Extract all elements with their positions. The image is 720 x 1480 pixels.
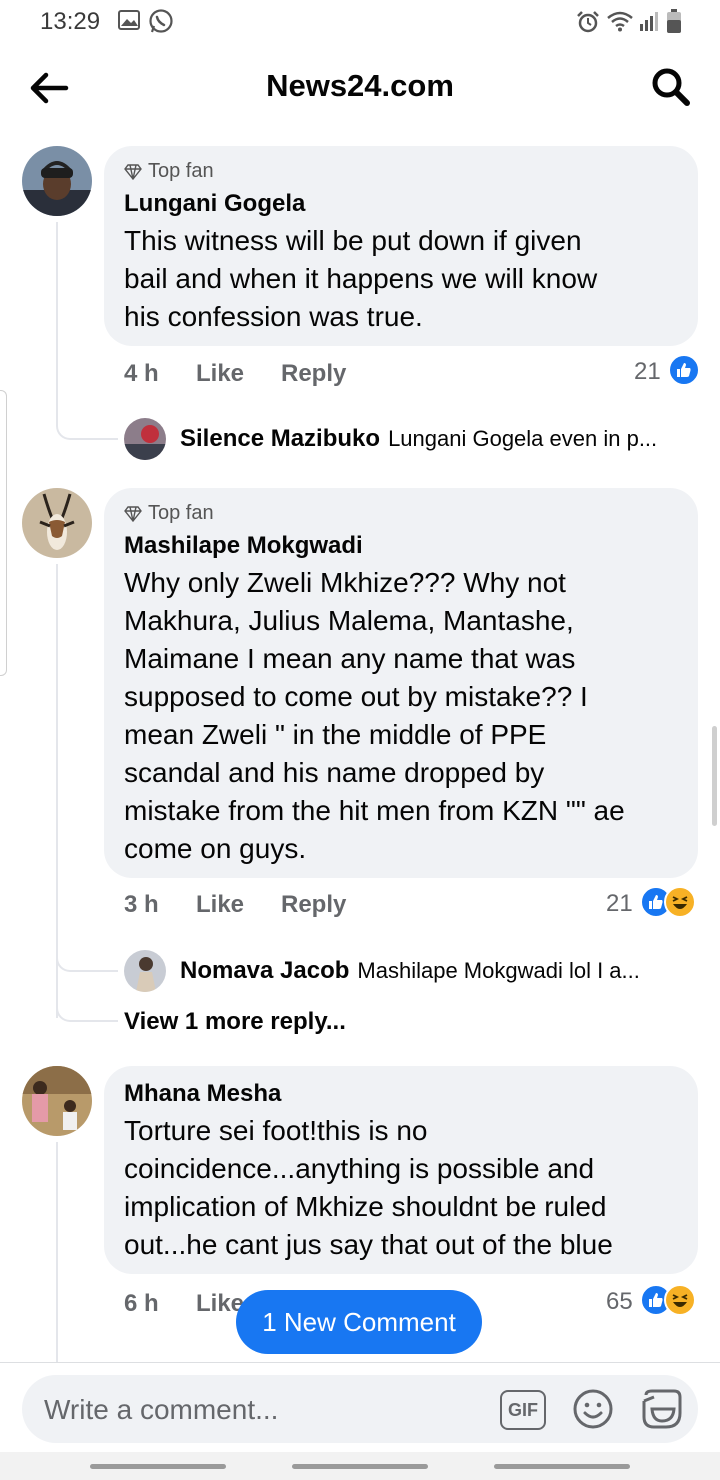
comment-time[interactable]: 6 h [124,1290,159,1318]
reply-snippet: Mashilape Mokgwadi lol I a... [357,958,640,983]
like-icon [668,354,700,386]
header: News24.com [0,52,720,124]
diamond-icon [124,505,142,522]
status-bar: 13:29 [0,0,720,44]
badge-label: Top fan [148,160,214,182]
comment-input[interactable] [42,1375,486,1445]
edge-handle[interactable] [0,390,7,676]
reply-connector [56,398,118,440]
reply-preview[interactable]: Nomava Jacob Mashilape Mokgwadi lol I a.… [124,950,640,992]
signal-icon [640,12,658,31]
comment-composer: GIF [0,1362,720,1453]
new-comment-button[interactable]: 1 New Comment [236,1290,482,1354]
comment-author[interactable]: Lungani Gogela [124,190,305,218]
system-nav-bar [0,1452,720,1480]
view-more-replies[interactable]: View 1 more reply... [124,1008,346,1036]
top-fan-badge: Top fan [124,160,214,183]
reply-button[interactable]: Reply [281,360,346,388]
reaction-icons[interactable] [640,886,696,918]
whatsapp-icon [149,9,173,33]
search-icon[interactable] [650,66,692,108]
avatar[interactable] [22,1066,92,1136]
reply-button[interactable]: Reply [281,891,346,919]
haha-icon [664,886,696,918]
diamond-icon [124,163,142,180]
reply-connector [56,930,118,972]
reply-preview[interactable]: Silence Mazibuko Lungani Gogela even in … [124,418,657,460]
avatar[interactable] [22,488,92,558]
comment-author[interactable]: Mhana Mesha [124,1080,281,1108]
gallery-icon [118,10,140,30]
comment-bubble[interactable]: Mhana Mesha Torture sei foot!this is no … [104,1066,698,1274]
emoji-icon[interactable] [572,1388,614,1430]
reaction-count[interactable]: 65 [606,1288,633,1316]
reply-author[interactable]: Nomava Jacob [180,957,349,985]
thread-line [56,1142,58,1362]
reaction-count[interactable]: 21 [606,890,633,918]
top-fan-badge: Top fan [124,502,214,525]
status-time: 13:29 [40,8,101,35]
thread-line [56,222,58,410]
reply-author[interactable]: Silence Mazibuko [180,425,380,453]
badge-label: Top fan [148,502,214,524]
comment-time[interactable]: 4 h [124,360,159,388]
comment-bubble[interactable]: Top fan Lungani Gogela This witness will… [104,146,698,346]
page-title: News24.com [266,68,454,103]
comment-text: Why only Zweli Mkhize??? Why not Makhura… [124,567,625,864]
reply-avatar[interactable] [124,418,166,460]
comment-author[interactable]: Mashilape Mokgwadi [124,532,363,560]
reply-connector [56,980,118,1022]
reply-avatar[interactable] [124,950,166,992]
sticker-icon[interactable] [640,1387,684,1431]
scrollbar[interactable] [712,726,717,826]
reaction-icons[interactable] [640,1284,696,1316]
reaction-count[interactable]: 21 [634,358,661,386]
comment-time[interactable]: 3 h [124,891,159,919]
comment-text: Torture sei foot!this is no coincidence.… [124,1115,613,1260]
like-button[interactable]: Like [196,891,244,919]
nav-recents[interactable] [90,1464,226,1469]
comment-bubble[interactable]: Top fan Mashilape Mokgwadi Why only Zwel… [104,488,698,878]
battery-icon [667,9,681,33]
alarm-icon [577,11,599,33]
avatar[interactable] [22,146,92,216]
comment-text: This witness will be put down if given b… [124,225,598,332]
nav-home[interactable] [292,1464,428,1469]
nav-back[interactable] [494,1464,630,1469]
like-button[interactable]: Like [196,360,244,388]
wifi-icon [607,11,633,32]
haha-icon [664,1284,696,1316]
gif-icon[interactable]: GIF [500,1390,546,1430]
reaction-icons[interactable] [668,354,700,386]
reply-snippet: Lungani Gogela even in p... [388,426,658,451]
composer-box[interactable]: GIF [22,1375,698,1445]
